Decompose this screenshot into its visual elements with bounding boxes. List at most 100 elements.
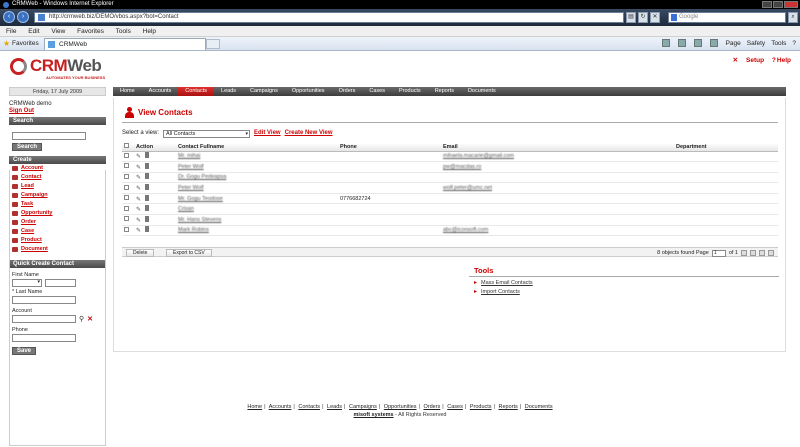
home-icon[interactable] [661,39,672,49]
delete-button[interactable]: Delete [126,249,155,257]
nav-leads[interactable]: Leads [214,87,243,96]
nav-campaigns[interactable]: Campaigns [243,87,285,96]
sign-out-link[interactable]: Sign Out [9,108,34,114]
footer-link-products[interactable]: Products [470,404,492,410]
delete-trash-icon[interactable] [145,194,150,201]
edit-pencil-icon[interactable]: ✎ [136,197,141,203]
footer-link-reports[interactable]: Reports [499,404,518,410]
row-checkbox[interactable] [124,205,129,211]
row-checkbox[interactable] [124,163,129,169]
row-checkbox[interactable] [124,152,129,158]
new-tab-button[interactable] [206,39,220,49]
footer-link-home[interactable]: Home [247,404,262,410]
delete-trash-icon[interactable] [145,162,150,169]
contact-name-link[interactable]: Peter Wolf [178,164,204,170]
sidebar-search-input[interactable] [12,132,86,140]
contact-name-link[interactable]: Mr. Gogu Teodose [178,196,223,202]
import-contacts-link[interactable]: Import Contacts [481,289,520,295]
nav-contacts[interactable]: Contacts [178,87,215,96]
footer-link-documents[interactable]: Documents [525,404,553,410]
col-fullname[interactable]: Contact Fullname [176,143,338,152]
footer-link-contacts[interactable]: Contacts [298,404,320,410]
contact-email-link[interactable]: abc@iconsoft.com [443,227,488,233]
delete-trash-icon[interactable] [145,152,150,159]
maximize-button[interactable] [773,1,783,8]
col-department[interactable]: Department [674,143,778,152]
company-link[interactable]: misoft systems [354,412,394,418]
contact-name-link[interactable]: Crisan [178,206,194,212]
nav-opportunities[interactable]: Opportunities [285,87,332,96]
footer-link-campaigns[interactable]: Campaigns [349,404,377,410]
delete-trash-icon[interactable] [145,205,150,212]
last-page-icon[interactable] [768,250,774,256]
edit-pencil-icon[interactable]: ✎ [136,207,141,213]
edit-pencil-icon[interactable]: ✎ [136,228,141,234]
col-phone[interactable]: Phone [338,143,441,152]
nav-orders[interactable]: Orders [332,87,363,96]
sidebar-search-button[interactable]: Search [12,143,43,151]
col-email[interactable]: Email [441,143,674,152]
feeds-icon[interactable] [677,39,688,49]
nav-products[interactable]: Products [392,87,428,96]
edit-pencil-icon[interactable]: ✎ [136,218,141,224]
footer-link-orders[interactable]: Orders [423,404,440,410]
forward-button[interactable]: › [17,11,29,23]
row-checkbox[interactable] [124,173,129,179]
next-page-icon[interactable] [759,250,765,256]
nav-cases[interactable]: Cases [362,87,392,96]
contact-name-link[interactable]: Mr. mihai [178,153,200,159]
footer-link-leads[interactable]: Leads [327,404,342,410]
delete-trash-icon[interactable] [145,226,150,233]
edit-pencil-icon[interactable]: ✎ [136,175,141,181]
print-icon[interactable] [709,39,720,49]
edit-pencil-icon[interactable]: ✎ [136,165,141,171]
delete-trash-icon[interactable] [145,173,150,180]
edit-view-link[interactable]: Edit View [254,129,281,138]
edit-pencil-icon[interactable]: ✎ [136,186,141,192]
contact-name-link[interactable]: Dr. Gogu Pedeapsa [178,174,226,180]
menu-help[interactable]: Help [143,28,156,35]
back-button[interactable]: ‹ [3,11,15,23]
compat-view-icon[interactable]: ▤ [626,12,636,23]
prev-page-icon[interactable] [750,250,756,256]
row-checkbox[interactable] [124,226,129,232]
page-select[interactable]: 1 [711,249,726,257]
export-csv-button[interactable]: Export to CSV [166,249,212,257]
contact-name-link[interactable]: Mark Robins [178,227,209,233]
nav-accounts[interactable]: Accounts [142,87,179,96]
menu-favorites[interactable]: Favorites [77,28,104,35]
create-view-link[interactable]: Create New View [285,129,333,138]
footer-link-opportunities[interactable]: Opportunities [384,404,417,410]
footer-link-cases[interactable]: Cases [447,404,463,410]
view-select[interactable]: All Contacts [163,129,251,138]
nav-reports[interactable]: Reports [428,87,461,96]
menu-view[interactable]: View [51,28,65,35]
mass-email-link[interactable]: Mass Email Contacts [481,280,533,286]
row-checkbox[interactable] [124,195,129,201]
crmweb-logo[interactable]: CRMWeb AUTOMATES YOUR BUSINESS [10,56,130,80]
close-window-button[interactable] [784,1,798,8]
refresh-icon[interactable]: ↻ [638,12,648,23]
contact-name-link[interactable]: Mr. Hans Stevens [178,217,221,223]
row-checkbox[interactable] [124,184,129,190]
browser-tab[interactable]: CRMWeb [44,38,206,50]
contact-email-link[interactable]: pw@macdas.ro [443,164,481,170]
edit-pencil-icon[interactable]: ✎ [136,154,141,160]
contact-name-link[interactable]: Peter Wolf [178,185,204,191]
menu-tools[interactable]: Tools [116,28,131,35]
address-bar[interactable]: http://crmweb.biz/DEMO/vbos.aspx?bot=Con… [34,12,624,23]
nav-documents[interactable]: Documents [461,87,503,96]
footer-link-accounts[interactable]: Accounts [269,404,292,410]
contact-email-link[interactable]: mihaela.macarie@gmail.com [443,153,514,159]
select-all-checkbox[interactable] [124,143,129,149]
mail-icon[interactable] [693,39,704,49]
stop-icon[interactable]: ✕ [650,12,660,23]
nav-home[interactable]: Home [113,87,142,96]
search-input[interactable]: Google [668,12,786,23]
safety-menu[interactable]: Safety [747,39,765,49]
setup-link[interactable]: Setup [746,57,764,64]
menu-file[interactable]: File [6,28,16,35]
favorites-button[interactable]: ★ Favorites [3,38,39,49]
help-link[interactable]: Help [777,57,791,64]
help-icon[interactable]: ? [792,39,796,49]
